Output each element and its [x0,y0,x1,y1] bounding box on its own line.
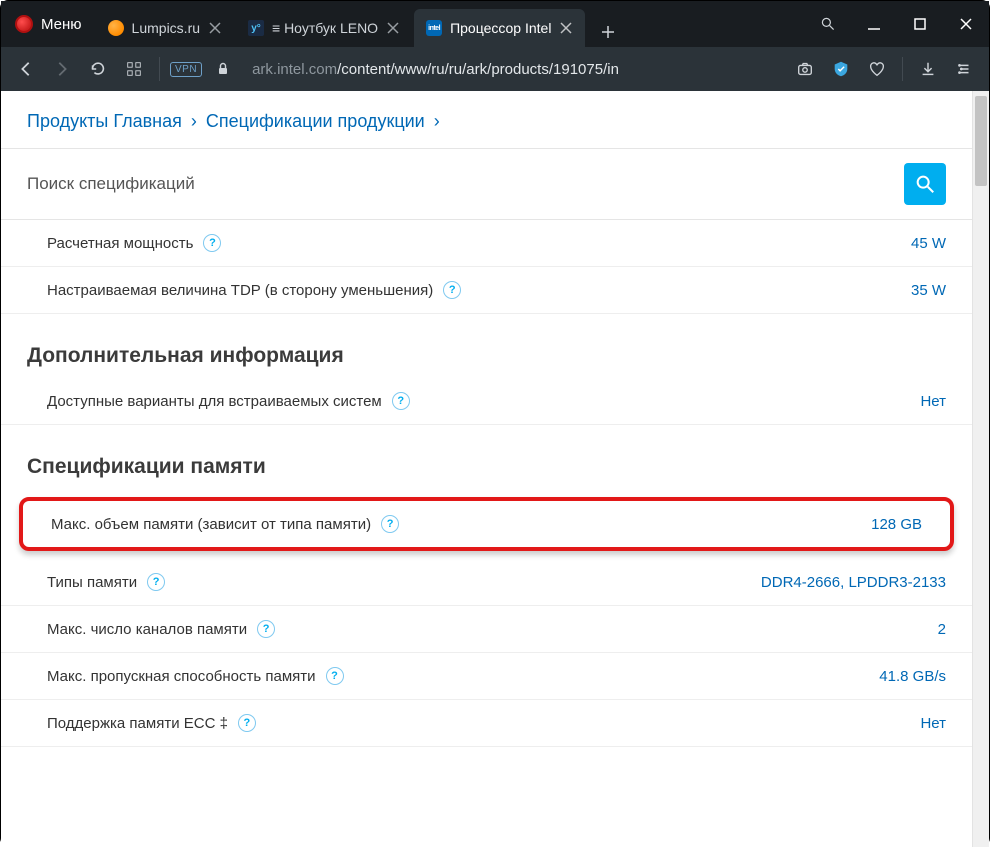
scrollbar[interactable] [972,91,989,847]
tab-label: Lumpics.ru [132,20,200,36]
site-lock-icon[interactable] [208,54,238,84]
spec-row-tdp: Расчетная мощность ? 45 W [1,220,972,267]
spec-value: Нет [920,715,946,732]
spec-row-ecc: Поддержка памяти ECC ‡ ? Нет [1,700,972,747]
vpn-badge[interactable]: VPN [170,62,202,77]
breadcrumb-products-home[interactable]: Продукты Главная [27,111,182,131]
easy-setup-button[interactable] [949,54,979,84]
breadcrumb-specifications[interactable]: Спецификации продукции [206,111,425,131]
window-titlebar: Меню Lumpics.ru y° ≡ Ноутбук LENO intel … [1,1,989,47]
tab-notebook[interactable]: y° ≡ Ноутбук LENO [236,9,412,47]
spec-value: DDR4-2666, LPDDR3-2133 [761,574,946,591]
spec-label: Типы памяти [47,574,137,591]
bookmark-heart-icon[interactable] [862,54,892,84]
spec-row-max-memory-highlight: Макс. объем памяти (зависит от типа памя… [19,497,954,551]
opera-icon [15,15,33,33]
search-button[interactable] [904,163,946,205]
shield-icon[interactable] [826,54,856,84]
search-input[interactable]: Поиск спецификаций [27,174,904,194]
new-tab-button[interactable] [593,17,623,47]
maximize-button[interactable] [897,1,943,47]
opera-menu-button[interactable]: Меню [1,1,96,47]
spec-label: Настраиваемая величина TDP (в сторону ум… [47,282,433,299]
section-title-additional: Дополнительная информация [1,314,972,378]
close-button[interactable] [943,1,989,47]
section-title-memory: Спецификации памяти [1,425,972,489]
spec-row-memory-channels: Макс. число каналов памяти ? 2 [1,606,972,653]
separator [159,57,160,81]
spec-row-embedded: Доступные варианты для встраиваемых сист… [1,378,972,425]
help-icon[interactable]: ? [203,234,221,252]
spec-value: 128 GB [871,516,922,533]
spec-row-memory-bandwidth: Макс. пропускная способность памяти ? 41… [1,653,972,700]
tab-close-icon[interactable] [559,21,573,35]
spec-label: Макс. число каналов памяти [47,621,247,638]
tab-close-icon[interactable] [208,21,222,35]
spec-row-memory-types: Типы памяти ? DDR4-2666, LPDDR3-2133 [1,559,972,606]
breadcrumb-separator: › [430,111,444,131]
help-icon[interactable]: ? [381,515,399,533]
minimize-button[interactable] [851,1,897,47]
tab-intel-processor[interactable]: intel Процессор Intel [414,9,585,47]
help-icon[interactable]: ? [238,714,256,732]
content-viewport: Продукты Главная › Спецификации продукци… [1,91,989,847]
tab-label: ≡ Ноутбук LENO [272,20,378,36]
scrollbar-thumb[interactable] [975,96,987,186]
breadcrumb: Продукты Главная › Спецификации продукци… [1,91,972,148]
tab-label: Процессор Intel [450,20,551,36]
window-controls [851,1,989,47]
spec-value: Нет [920,393,946,410]
spec-value: 45 W [911,235,946,252]
downloads-button[interactable] [913,54,943,84]
help-icon[interactable]: ? [443,281,461,299]
url-host: ark.intel.com [252,61,337,78]
spec-value: 41.8 GB/s [879,668,946,685]
help-icon[interactable]: ? [392,392,410,410]
address-bar: VPN ark.intel.com/content/www/ru/ru/ark/… [1,47,989,91]
url-path: /content/www/ru/ru/ark/products/191075/i… [337,61,619,78]
menu-label: Меню [41,16,82,33]
spec-label: Макс. пропускная способность памяти [47,668,316,685]
separator [902,57,903,81]
spec-row-tdp-down: Настраиваемая величина TDP (в сторону ум… [1,267,972,314]
page-content: Продукты Главная › Спецификации продукци… [1,91,972,847]
tabs-strip: Lumpics.ru y° ≡ Ноутбук LENO intel Проце… [96,1,805,47]
tab-close-icon[interactable] [386,21,400,35]
help-icon[interactable]: ? [147,573,165,591]
nav-back-button[interactable] [11,54,41,84]
favicon-y-icon: y° [248,20,264,36]
spec-label: Доступные варианты для встраиваемых сист… [47,393,382,410]
url-field[interactable]: ark.intel.com/content/www/ru/ru/ark/prod… [244,61,784,78]
nav-forward-button[interactable] [47,54,77,84]
help-icon[interactable]: ? [326,667,344,685]
speed-dial-button[interactable] [119,54,149,84]
favicon-intel-icon: intel [426,20,442,36]
tab-lumpics[interactable]: Lumpics.ru [96,9,234,47]
help-icon[interactable]: ? [257,620,275,638]
spec-value: 35 W [911,282,946,299]
breadcrumb-separator: › [187,111,201,131]
reload-button[interactable] [83,54,113,84]
spec-value: 2 [938,621,946,638]
snapshot-button[interactable] [790,54,820,84]
favicon-orange-icon [108,20,124,36]
spec-label: Поддержка памяти ECC ‡ [47,715,228,732]
spec-label: Макс. объем памяти (зависит от типа памя… [51,516,371,533]
tab-search-button[interactable] [805,1,851,47]
spec-label: Расчетная мощность [47,235,193,252]
spec-search-bar: Поиск спецификаций [1,148,972,220]
